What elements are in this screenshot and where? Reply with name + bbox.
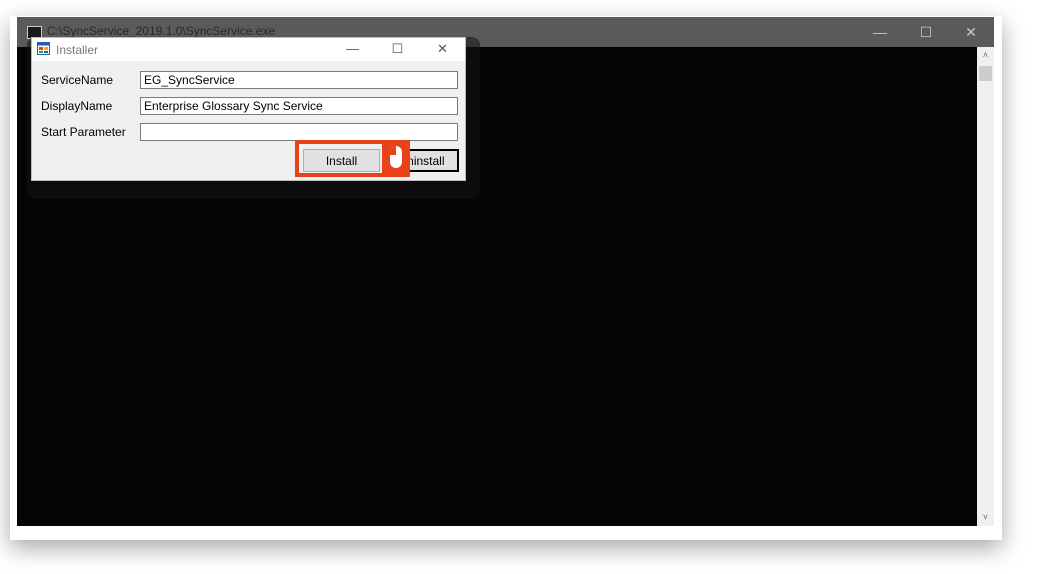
mouse-left-button-icon bbox=[390, 146, 397, 155]
console-minimize-button[interactable]: — bbox=[857, 17, 903, 47]
console-title: C:\SyncService_2019.1.0\SyncService.exe bbox=[47, 24, 276, 38]
console-close-button[interactable]: ✕ bbox=[948, 17, 994, 47]
dialog-close-button[interactable]: ✕ bbox=[420, 38, 465, 61]
application-window-icon bbox=[37, 42, 50, 55]
start-parameter-label: Start Parameter bbox=[41, 125, 126, 139]
mouse-left-click-icon bbox=[382, 140, 410, 177]
start-parameter-input[interactable] bbox=[140, 123, 458, 141]
service-name-input[interactable] bbox=[140, 71, 458, 89]
scroll-down-icon[interactable]: ˅ bbox=[977, 509, 994, 526]
console-maximize-button[interactable]: ☐ bbox=[903, 17, 949, 47]
console-scrollbar[interactable]: ˄ ˅ bbox=[977, 47, 994, 526]
dialog-minimize-button[interactable]: — bbox=[330, 38, 375, 61]
scroll-thumb[interactable] bbox=[979, 66, 992, 81]
scroll-up-icon[interactable]: ˄ bbox=[977, 47, 994, 64]
dialog-titlebar: Installer — ☐ ✕ bbox=[32, 38, 465, 61]
dialog-maximize-button[interactable]: ☐ bbox=[375, 38, 420, 61]
service-name-label: ServiceName bbox=[41, 73, 114, 87]
mouse-body-icon bbox=[390, 146, 402, 168]
display-name-label: DisplayName bbox=[41, 99, 113, 113]
display-name-input[interactable] bbox=[140, 97, 458, 115]
dialog-title: Installer bbox=[56, 43, 99, 57]
